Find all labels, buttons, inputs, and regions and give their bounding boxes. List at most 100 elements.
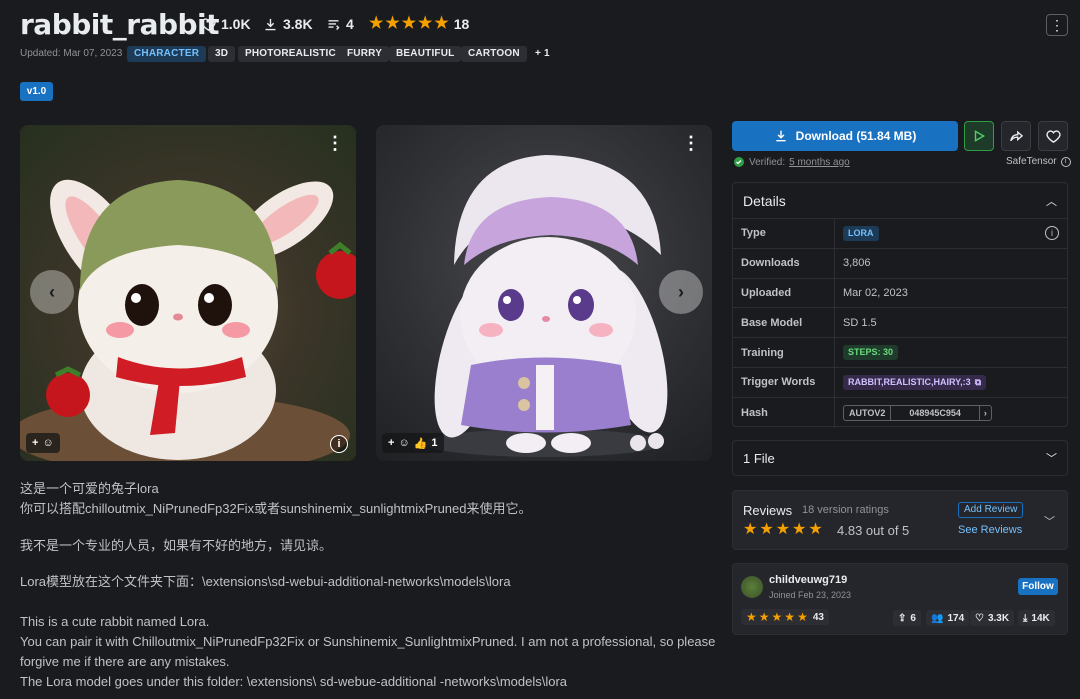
trigger-words: RABBIT,REALISTIC,HAIRY,:3 — [848, 376, 971, 387]
type-badge: LORA — [843, 225, 879, 241]
image-reactions[interactable]: + ☺ 👍 1 — [382, 433, 444, 453]
reviews-panel: Reviews 18 version ratings ★ ★ ★ ★ ★ 4.8… — [732, 490, 1068, 550]
creator-stars: ★ ★ ★ ★ ★ — [746, 611, 808, 623]
files-panel[interactable]: 1 File ﹀ — [732, 440, 1068, 476]
version-badge[interactable]: v1.0 — [20, 82, 53, 101]
download-icon — [775, 130, 786, 142]
chevron-down-icon: ﹀ — [1046, 453, 1057, 465]
creator-rating-count: 43 — [812, 611, 824, 623]
star-icon: ★ — [418, 15, 433, 32]
comments-count: 4 — [346, 16, 354, 32]
description-line: 这是一个可爱的兔子lora — [20, 481, 159, 496]
reviews-stars: ★ ★ ★ ★ ★ — [743, 522, 823, 538]
image-menu-icon[interactable]: ⋮ — [326, 133, 344, 154]
creator-rating: ★ ★ ★ ★ ★ 43 — [741, 609, 829, 625]
avatar[interactable] — [741, 576, 763, 598]
chevron-right-icon[interactable]: › — [980, 406, 991, 420]
users-icon: 👥 — [931, 612, 944, 624]
creator-downloads-count: 14K — [1031, 612, 1050, 624]
likes-stat[interactable]: 1.0K — [201, 16, 251, 32]
copy-icon[interactable]: ⧉ — [975, 375, 981, 390]
share-button[interactable] — [1001, 121, 1031, 151]
tag-photorealistic[interactable]: PHOTOREALISTIC — [238, 46, 343, 62]
rating-count: 18 — [453, 16, 470, 32]
downloads-count: 3.8K — [283, 16, 313, 32]
creator-joined: Joined Feb 23, 2023 — [769, 590, 852, 600]
downloads-stat: 3.8K — [263, 16, 313, 32]
heart-icon — [1045, 129, 1061, 143]
rating-stars: ★ ★ ★ ★ ★ — [369, 16, 449, 32]
gallery-prev-button[interactable]: ‹ — [30, 270, 74, 314]
image-reactions[interactable]: + ☺ — [26, 433, 60, 453]
upload-icon: ⇪ — [898, 612, 907, 624]
safetensor-label: SafeTensor i — [1006, 156, 1071, 167]
details-panel: Details ︿ Type LORA i Downloads 3,806 Up… — [732, 182, 1068, 428]
add-review-button[interactable]: Add Review — [958, 502, 1024, 518]
play-icon — [974, 130, 986, 142]
see-reviews-link[interactable]: See Reviews — [958, 524, 1022, 536]
download-label: Download (51.84 MB) — [795, 129, 917, 143]
creator-likes-count: 3.3K — [987, 612, 1010, 624]
likes-count: 1.0K — [221, 16, 251, 32]
star-icon: ★ — [797, 610, 808, 624]
rating-stat[interactable]: ★ ★ ★ ★ ★ 18 — [369, 16, 470, 33]
details-key: Type — [733, 219, 835, 248]
follow-button[interactable]: Follow — [1018, 578, 1058, 595]
comments-stat[interactable]: 4 — [326, 16, 354, 32]
download-icon: ⤓ — [1023, 612, 1028, 624]
details-key: Hash — [733, 397, 835, 428]
gallery-next-button[interactable]: › — [659, 270, 703, 314]
tag-3d[interactable]: 3D — [208, 46, 236, 62]
star-icon: ★ — [771, 610, 783, 624]
details-value: Mar 02, 2023 — [843, 286, 908, 299]
tag-beautiful[interactable]: BEAUTIFUL — [389, 46, 462, 62]
plus-icon: + — [388, 437, 395, 449]
tag-furry[interactable]: FURRY — [340, 46, 390, 62]
star-icon: ★ — [758, 610, 770, 624]
details-row-trigger: Trigger Words RABBIT,REALISTIC,HAIRY,:3 … — [733, 367, 1067, 398]
description-line: Lora模型放在这个文件夹下面：\extensions\sd-webui-add… — [20, 574, 511, 589]
more-options-button[interactable]: ⋮ — [1046, 14, 1068, 36]
tag-cartoon[interactable]: CARTOON — [461, 46, 527, 62]
info-icon[interactable]: i — [1045, 226, 1059, 240]
favorite-button[interactable] — [1038, 121, 1068, 151]
download-icon — [265, 18, 276, 30]
tag-character[interactable]: CHARACTER — [127, 46, 207, 62]
star-icon: ★ — [775, 521, 791, 538]
star-icon: ★ — [369, 15, 384, 32]
details-row-downloads: Downloads 3,806 — [733, 248, 1067, 279]
details-row-base-model: Base Model SD 1.5 — [733, 308, 1067, 339]
hash-value[interactable]: 048945C954 — [891, 405, 980, 420]
comment-lines-icon — [328, 19, 340, 30]
heart-icon — [201, 17, 216, 31]
star-icon: ★ — [792, 521, 807, 538]
files-title: 1 File — [743, 450, 775, 466]
download-button[interactable]: Download (51.84 MB) — [732, 121, 958, 151]
run-button[interactable] — [964, 121, 994, 151]
reviews-count: 18 version ratings — [802, 504, 889, 516]
tag-more[interactable]: + 1 — [528, 46, 557, 62]
chevron-down-icon[interactable]: ﹀ — [1044, 513, 1055, 529]
reviews-score: 4.83 out of 5 — [837, 523, 910, 538]
model-title: rabbit_rabbit — [20, 8, 220, 41]
creator-followers: 👥 174 — [926, 610, 970, 626]
hash-box[interactable]: AUTOV2 048945C954 › — [843, 404, 992, 421]
verified-time[interactable]: 5 months ago — [789, 157, 850, 168]
trigger-words-badge[interactable]: RABBIT,REALISTIC,HAIRY,:3 ⧉ — [843, 374, 987, 390]
verified-status: Verified: 5 months ago — [733, 156, 850, 168]
safetensor-text: SafeTensor — [1006, 156, 1057, 167]
info-icon[interactable]: i — [330, 435, 348, 453]
reviews-title: Reviews — [743, 503, 793, 518]
details-header[interactable]: Details ︿ — [733, 183, 1067, 219]
info-icon[interactable]: i — [1060, 156, 1071, 167]
training-badge: STEPS: 30 — [843, 345, 899, 361]
share-icon — [1009, 130, 1023, 141]
image-menu-icon[interactable]: ⋮ — [682, 133, 700, 154]
hash-type[interactable]: AUTOV2 — [844, 405, 892, 420]
creator-uploads: ⇪ 6 — [893, 610, 921, 626]
description-line: 我不是一个专业的人员，如果有不好的地方，请见谅。 — [20, 538, 333, 553]
details-title: Details — [743, 192, 786, 209]
star-icon: ★ — [434, 15, 449, 32]
creator-name[interactable]: childveuwg719 — [769, 574, 847, 586]
description-line: forgive me if there are any mistakes. — [20, 654, 230, 669]
